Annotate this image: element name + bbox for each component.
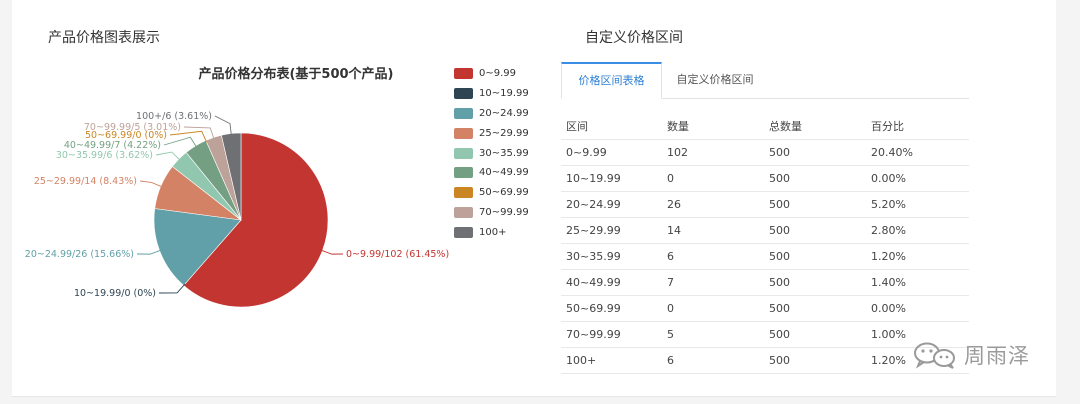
- tab-bar: 价格区间表格 自定义价格区间: [561, 62, 969, 99]
- cell-percent: 1.20%: [866, 243, 969, 270]
- cell-percent: 2.80%: [866, 217, 969, 244]
- slice-label: 0~9.99/102 (61.45%): [346, 249, 449, 260]
- slice-label: 70~99.99/5 (3.01%): [84, 122, 181, 133]
- legend-swatch: [454, 87, 473, 99]
- tab-custom-range[interactable]: 自定义价格区间: [665, 62, 765, 97]
- legend-swatch: [454, 207, 473, 219]
- table-row: 40~49.99 7 500 1.40%: [561, 269, 969, 296]
- slice-label: 40~49.99/7 (4.22%): [64, 140, 161, 151]
- header-total: 总数量: [764, 113, 866, 140]
- cell-count: 5: [662, 321, 764, 348]
- cell-range: 70~99.99: [561, 321, 662, 348]
- cell-count: 6: [662, 347, 764, 374]
- cell-count: 14: [662, 217, 764, 244]
- chart-title: 产品价格分布表(基于500个产品): [198, 66, 393, 82]
- label-line: [139, 180, 163, 188]
- label-line: [214, 115, 232, 136]
- legend-label: 25~29.99: [479, 127, 529, 139]
- legend-item[interactable]: 70~99.99: [454, 203, 544, 222]
- legend-label: 0~9.99: [479, 68, 517, 79]
- legend-swatch: [454, 227, 473, 239]
- cell-total: 500: [764, 165, 866, 192]
- cell-range: 0~9.99: [561, 139, 662, 166]
- label-line: [136, 249, 162, 255]
- cell-total: 500: [764, 243, 866, 270]
- header-range: 区间: [561, 113, 662, 140]
- tab-price-table[interactable]: 价格区间表格: [561, 62, 662, 99]
- cell-range: 10~19.99: [561, 165, 662, 192]
- price-range-table: 区间 数量 总数量 百分比 0~9.99 102 500 20.40% 10~19.99…: [561, 113, 969, 374]
- slice-label: 10~19.99/0 (0%): [74, 288, 156, 299]
- wechat-icon: [914, 342, 955, 369]
- legend-label: 50~69.99: [479, 187, 529, 199]
- label-line: [158, 283, 186, 294]
- watermark: 周雨泽: [908, 340, 1030, 370]
- table-row: 30~35.99 6 500 1.20%: [561, 243, 969, 270]
- legend-label: 30~35.99: [479, 147, 529, 159]
- legend-swatch: [454, 167, 473, 179]
- cell-count: 6: [662, 243, 764, 270]
- slice-label: 30~35.99/6 (3.62%): [56, 150, 153, 161]
- chart-legend: 0~9.99 10~19.99 20~24.99 25~29.99 30~35.99 40…: [454, 64, 544, 243]
- legend-item[interactable]: 30~35.99: [454, 144, 544, 163]
- cell-total: 500: [764, 347, 866, 374]
- cell-total: 500: [764, 269, 866, 296]
- cell-count: 102: [662, 139, 764, 166]
- table-header-row: 区间 数量 总数量 百分比: [561, 113, 969, 140]
- label-line: [320, 249, 344, 255]
- cell-range: 20~24.99: [561, 191, 662, 218]
- cell-percent: 5.20%: [866, 191, 969, 218]
- cell-total: 500: [764, 321, 866, 348]
- legend-label: 100+: [479, 227, 507, 239]
- header-percent: 百分比: [866, 113, 969, 140]
- slice-label: 20~24.99/26 (15.66%): [25, 249, 134, 260]
- watermark-text: 周雨泽: [964, 344, 1030, 368]
- cell-percent: 0.00%: [866, 295, 969, 322]
- cell-count: 7: [662, 269, 764, 296]
- cell-total: 500: [764, 217, 866, 244]
- cell-range: 30~35.99: [561, 243, 662, 270]
- cell-percent: 20.40%: [866, 139, 969, 166]
- slice-label: 100+/6 (3.61%): [136, 111, 212, 122]
- table-row: 0~9.99 102 500 20.40%: [561, 139, 969, 166]
- table-row: 20~24.99 26 500 5.20%: [561, 191, 969, 218]
- cell-range: 100+: [561, 347, 662, 374]
- cell-percent: 0.00%: [866, 165, 969, 192]
- legend-label: 20~24.99: [479, 107, 529, 119]
- legend-item[interactable]: 20~24.99: [454, 104, 544, 123]
- label-line: [163, 136, 198, 148]
- slice-label: 25~29.99/14 (8.43%): [34, 176, 137, 187]
- table-section-title: 自定义价格区间: [585, 30, 683, 46]
- legend-item[interactable]: 50~69.99: [454, 183, 544, 202]
- table-row: 10~19.99 0 500 0.00%: [561, 165, 969, 192]
- cell-range: 25~29.99: [561, 217, 662, 244]
- table-row: 50~69.99 0 500 0.00%: [561, 295, 969, 322]
- cell-count: 26: [662, 191, 764, 218]
- legend-label: 40~49.99: [479, 167, 529, 179]
- legend-swatch: [454, 147, 473, 159]
- legend-swatch: [454, 187, 473, 199]
- legend-item[interactable]: 25~29.99: [454, 124, 544, 143]
- cell-total: 500: [764, 139, 866, 166]
- cell-range: 40~49.99: [561, 269, 662, 296]
- legend-label: 10~19.99: [479, 87, 529, 99]
- legend-item[interactable]: 10~19.99: [454, 84, 544, 103]
- legend-item[interactable]: 40~49.99: [454, 163, 544, 182]
- legend-swatch: [454, 107, 473, 119]
- cell-count: 0: [662, 295, 764, 322]
- table-row: 25~29.99 14 500 2.80%: [561, 217, 969, 244]
- legend-swatch: [454, 68, 473, 79]
- label-line: [155, 151, 181, 161]
- header-count: 数量: [662, 113, 764, 140]
- cell-total: 500: [764, 191, 866, 218]
- legend-label: 70~99.99: [479, 207, 529, 219]
- legend-item[interactable]: 100+: [454, 223, 544, 242]
- cell-count: 0: [662, 165, 764, 192]
- cell-range: 50~69.99: [561, 295, 662, 322]
- cell-total: 500: [764, 295, 866, 322]
- cell-percent: 1.40%: [866, 269, 969, 296]
- legend-item[interactable]: 0~9.99: [454, 64, 544, 83]
- legend-swatch: [454, 127, 473, 139]
